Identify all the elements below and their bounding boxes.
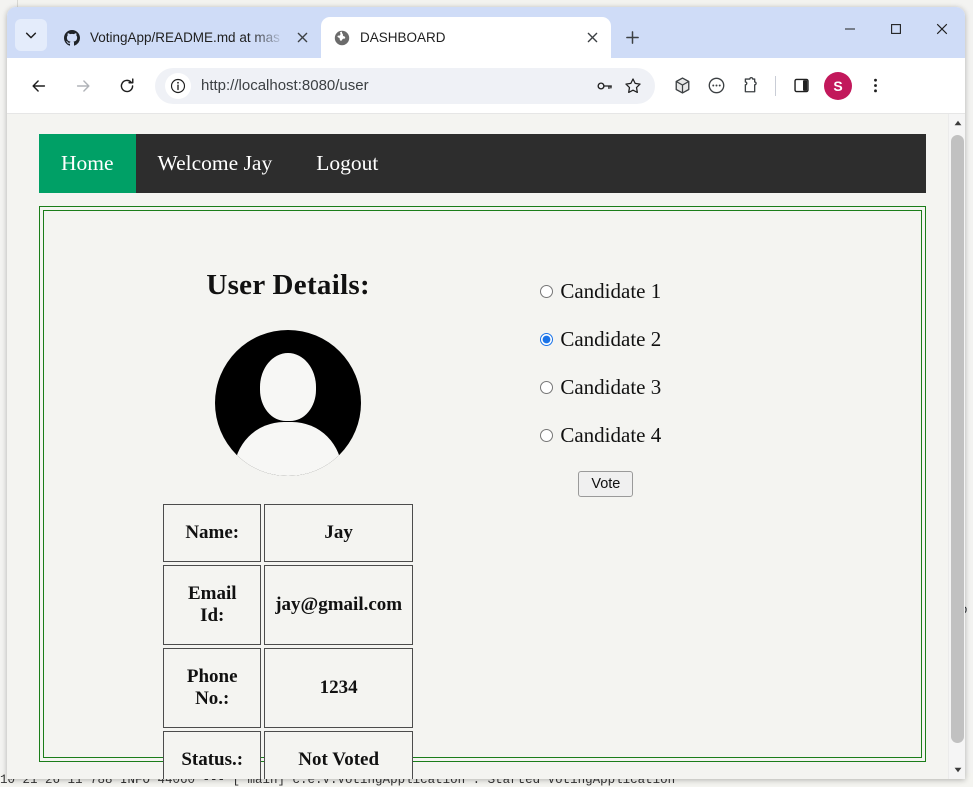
- tab-close-button[interactable]: [291, 27, 313, 49]
- user-details-table: Name: Jay Email Id: jay@gmail.com Phone …: [160, 501, 416, 779]
- nav-item-label: Home: [61, 151, 114, 175]
- table-row: Email Id: jay@gmail.com: [163, 565, 414, 645]
- page-viewport: Home Welcome Jay Logout User Details: Na…: [7, 114, 965, 779]
- scroll-down-arrow-icon: [954, 767, 961, 773]
- browser-menu-button[interactable]: [858, 69, 892, 103]
- nav-item-label: Logout: [316, 151, 379, 175]
- table-cell-value: jay@gmail.com: [264, 565, 414, 645]
- scroll-up-button[interactable]: [949, 114, 965, 132]
- minimize-icon: [845, 28, 855, 30]
- table-row: Phone No.: 1234: [163, 648, 414, 728]
- new-tab-button[interactable]: [617, 22, 647, 52]
- tab-votingapp-readme[interactable]: VotingApp/README.md at mas: [51, 17, 321, 58]
- candidate-radio-1[interactable]: [540, 285, 554, 298]
- close-icon: [587, 32, 597, 43]
- url-input[interactable]: [201, 77, 591, 94]
- arrow-left-icon: [32, 79, 46, 92]
- chevron-down-icon: [25, 32, 37, 39]
- page-title: User Details:: [206, 269, 370, 301]
- circle-dots-icon: [708, 77, 724, 94]
- plus-icon: [625, 30, 639, 44]
- candidate-option-4[interactable]: Candidate 4: [540, 423, 921, 448]
- extensions-puzzle-icon: [744, 77, 757, 93]
- vote-button[interactable]: Vote: [578, 471, 634, 497]
- table-cell-value: Not Voted: [264, 731, 414, 779]
- minimize-button[interactable]: [827, 7, 873, 51]
- table-row: Status.: Not Voted: [163, 731, 414, 779]
- toolbar-divider: [775, 75, 776, 96]
- site-info-icon[interactable]: [165, 72, 191, 99]
- cube-button[interactable]: [665, 69, 699, 103]
- close-icon: [936, 23, 948, 35]
- tab-dashboard[interactable]: DASHBOARD: [321, 17, 611, 58]
- nav-item-label: Welcome Jay: [157, 151, 273, 175]
- content-inner-frame: User Details: Name: Jay Email Id: jay@gm…: [43, 210, 922, 779]
- nav-item-home[interactable]: Home: [39, 134, 136, 193]
- scrollbar-thumb[interactable]: [951, 135, 964, 743]
- candidate-radio-2[interactable]: [540, 333, 554, 346]
- table-cell-label: Phone No.:: [163, 648, 262, 728]
- app-navbar: Home Welcome Jay Logout: [39, 134, 926, 193]
- candidate-option-3[interactable]: Candidate 3: [540, 375, 921, 400]
- star-icon: [625, 77, 641, 93]
- close-icon: [297, 32, 307, 43]
- tab-close-button[interactable]: [581, 27, 603, 49]
- tab-title: VotingApp/README.md at mas: [90, 30, 280, 45]
- table-cell-label: Status.:: [163, 731, 262, 779]
- candidate-label: Candidate 4: [560, 423, 662, 447]
- maximize-button[interactable]: [873, 7, 919, 51]
- reload-icon: [120, 77, 134, 92]
- window-controls: [827, 7, 965, 51]
- scroll-up-arrow-icon: [954, 120, 961, 126]
- maximize-icon: [891, 24, 901, 34]
- browser-toolbar: S: [7, 58, 965, 114]
- address-bar[interactable]: [155, 67, 655, 104]
- extensions-button[interactable]: [733, 69, 767, 103]
- cube-icon: [675, 77, 689, 94]
- avatar-body: [234, 422, 343, 476]
- table-cell-value: 1234: [264, 648, 414, 728]
- candidate-label: Candidate 3: [560, 375, 662, 399]
- user-avatar-icon: [215, 330, 362, 476]
- candidate-label: Candidate 2: [560, 327, 662, 351]
- kebab-menu-icon: [873, 78, 877, 93]
- candidate-label: Candidate 1: [560, 279, 662, 303]
- candidate-radio-3[interactable]: [540, 381, 554, 394]
- close-window-button[interactable]: [919, 7, 965, 51]
- dots-circle-button[interactable]: [699, 69, 733, 103]
- profile-initial: S: [833, 77, 843, 94]
- voting-column: Candidate 1 Candidate 2 Candidate 3 Cand…: [526, 229, 921, 757]
- tab-strip: VotingApp/README.md at mas DASHBOARD: [7, 7, 965, 58]
- browser-window: VotingApp/README.md at mas DASHBOARD htt…: [7, 7, 965, 779]
- profile-avatar[interactable]: S: [824, 71, 852, 100]
- page-content: Home Welcome Jay Logout User Details: Na…: [7, 114, 948, 779]
- tab-search-button[interactable]: [15, 19, 47, 51]
- avatar-head: [260, 353, 317, 421]
- table-cell-label: Name:: [163, 504, 262, 562]
- user-details-column: User Details: Name: Jay Email Id: jay@gm…: [44, 229, 526, 779]
- side-panel-icon: [793, 78, 809, 93]
- reload-button[interactable]: [111, 70, 143, 102]
- side-panel-button[interactable]: [784, 69, 818, 103]
- bookmark-button[interactable]: [619, 72, 647, 100]
- tab-title: DASHBOARD: [360, 30, 446, 45]
- forward-button[interactable]: [67, 70, 99, 102]
- nav-item-logout[interactable]: Logout: [294, 134, 400, 193]
- table-cell-label: Email Id:: [163, 565, 262, 645]
- github-icon: [63, 29, 80, 46]
- candidate-radio-4[interactable]: [540, 429, 554, 442]
- save-password-button[interactable]: [591, 72, 619, 100]
- table-row: Name: Jay: [163, 504, 414, 562]
- nav-item-welcome[interactable]: Welcome Jay: [136, 134, 295, 193]
- scroll-down-button[interactable]: [949, 761, 965, 779]
- arrow-right-icon: [76, 79, 90, 92]
- key-icon: [597, 81, 612, 90]
- page-scrollbar[interactable]: [948, 114, 965, 779]
- content-outer-frame: User Details: Name: Jay Email Id: jay@gm…: [39, 206, 926, 779]
- candidate-option-2[interactable]: Candidate 2: [540, 327, 921, 352]
- back-button[interactable]: [23, 70, 55, 102]
- candidate-option-1[interactable]: Candidate 1: [540, 279, 921, 304]
- table-cell-value: Jay: [264, 504, 414, 562]
- globe-icon: [333, 29, 350, 46]
